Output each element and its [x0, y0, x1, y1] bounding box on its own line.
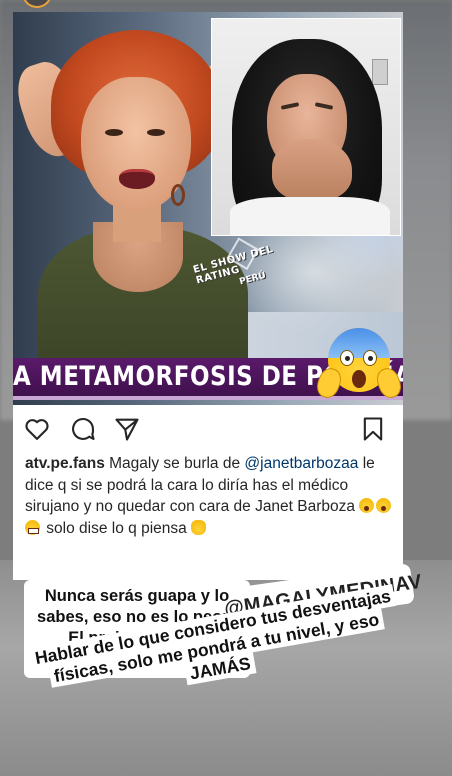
inset-photo — [211, 18, 401, 236]
woman-shirt — [230, 197, 390, 235]
woman-right-brow — [314, 102, 334, 110]
caption-text-3: solo dise lo q piensa — [42, 519, 192, 537]
post-image[interactable]: EL SHOW DEL RATING PERÚ A METAMORFOSIS D… — [13, 12, 403, 405]
woman-hand — [272, 139, 352, 201]
host-earring — [171, 184, 185, 206]
host-left-eye — [105, 129, 123, 136]
emoji-right-eye — [363, 350, 377, 366]
send-icon[interactable] — [113, 415, 141, 443]
grimacing-emoji-icon — [25, 519, 40, 535]
clapping-emoji-icon — [191, 519, 207, 535]
instagram-post-card: EL SHOW DEL RATING PERÚ A METAMORFOSIS D… — [13, 12, 403, 580]
comment-icon[interactable] — [69, 415, 97, 443]
heart-icon[interactable] — [23, 415, 51, 443]
caption-mention-link[interactable]: @janetbarbozaa — [244, 455, 358, 472]
post-caption: atv.pe.fans Magaly se burla de @janetbar… — [25, 453, 397, 539]
astonished-emoji-icon — [376, 498, 392, 513]
post-action-bar — [13, 405, 403, 451]
woman-left-brow — [280, 102, 300, 110]
host-mouth — [119, 169, 155, 189]
caption-text-1: Magaly se burla de — [104, 455, 245, 472]
emoji-blue-forehead — [328, 328, 390, 358]
caption-username[interactable]: atv.pe.fans — [25, 455, 105, 472]
save-icon[interactable] — [359, 415, 387, 443]
astonished-emoji-icon — [359, 498, 375, 513]
host-right-eye — [147, 129, 165, 136]
screaming-emoji-icon — [313, 328, 403, 405]
emoji-left-eye — [340, 350, 354, 366]
story-text-block-2: Hablar de lo que considero tus desventaj… — [29, 584, 430, 770]
emoji-mouth — [352, 370, 366, 388]
wall-switch — [372, 59, 388, 85]
